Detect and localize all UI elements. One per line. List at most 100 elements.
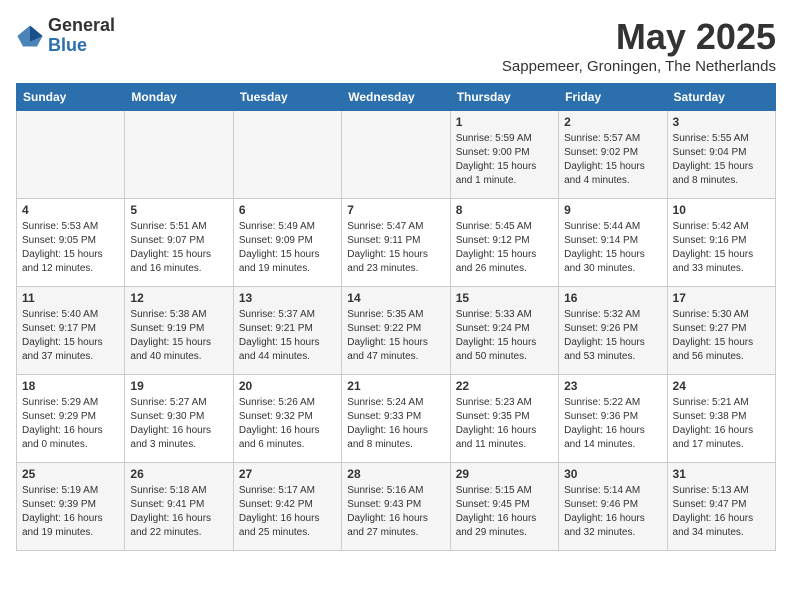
day-number: 12 <box>130 291 227 305</box>
day-info: Sunrise: 5:22 AM Sunset: 9:36 PM Dayligh… <box>564 396 661 452</box>
day-info: Sunrise: 5:21 AM Sunset: 9:38 PM Dayligh… <box>673 396 770 452</box>
day-number: 4 <box>22 203 119 217</box>
day-cell <box>125 111 233 199</box>
month-title: May 2025 <box>502 16 776 58</box>
day-info: Sunrise: 5:23 AM Sunset: 9:35 PM Dayligh… <box>456 396 553 452</box>
day-info: Sunrise: 5:51 AM Sunset: 9:07 PM Dayligh… <box>130 220 227 276</box>
day-info: Sunrise: 5:15 AM Sunset: 9:45 PM Dayligh… <box>456 484 553 540</box>
day-cell <box>342 111 450 199</box>
week-row-4: 18 Sunrise: 5:29 AM Sunset: 9:29 PM Dayli… <box>17 375 776 463</box>
day-number: 22 <box>456 379 553 393</box>
day-number: 5 <box>130 203 227 217</box>
day-number: 2 <box>564 115 661 129</box>
day-cell: 20 Sunrise: 5:26 AM Sunset: 9:32 PM Dayli… <box>233 375 341 463</box>
day-number: 13 <box>239 291 336 305</box>
day-info: Sunrise: 5:40 AM Sunset: 9:17 PM Dayligh… <box>22 308 119 364</box>
day-cell: 19Sunrise: 5:27 AM Sunset: 9:30 PM Dayli… <box>125 375 233 463</box>
day-cell: 15Sunrise: 5:33 AM Sunset: 9:24 PM Dayli… <box>450 287 558 375</box>
day-cell: 14 Sunrise: 5:35 AM Sunset: 9:22 PM Dayli… <box>342 287 450 375</box>
day-info: Sunrise: 5:35 AM Sunset: 9:22 PM Dayligh… <box>347 308 444 364</box>
day-info: Sunrise: 5:16 AM Sunset: 9:43 PM Dayligh… <box>347 484 444 540</box>
day-number: 20 <box>239 379 336 393</box>
day-cell: 6 Sunrise: 5:49 AM Sunset: 9:09 PM Daylig… <box>233 199 341 287</box>
header-day-monday: Monday <box>125 84 233 111</box>
day-cell: 7Sunrise: 5:47 AM Sunset: 9:11 PM Daylig… <box>342 199 450 287</box>
logo-icon <box>16 22 44 50</box>
day-cell: 27Sunrise: 5:17 AM Sunset: 9:42 PM Dayli… <box>233 463 341 551</box>
day-cell: 8Sunrise: 5:45 AM Sunset: 9:12 PM Daylig… <box>450 199 558 287</box>
day-number: 7 <box>347 203 444 217</box>
day-cell: 29 Sunrise: 5:15 AM Sunset: 9:45 PM Dayli… <box>450 463 558 551</box>
day-cell: 24 Sunrise: 5:21 AM Sunset: 9:38 PM Dayli… <box>667 375 775 463</box>
day-info: Sunrise: 5:55 AM Sunset: 9:04 PM Dayligh… <box>673 132 770 188</box>
day-info: Sunrise: 5:13 AM Sunset: 9:47 PM Dayligh… <box>673 484 770 540</box>
page-header: General Blue May 2025 Sappemeer, Groning… <box>16 16 776 75</box>
day-info: Sunrise: 5:57 AM Sunset: 9:02 PM Dayligh… <box>564 132 661 188</box>
day-cell: 4 Sunrise: 5:53 AM Sunset: 9:05 PM Daylig… <box>17 199 125 287</box>
day-info: Sunrise: 5:37 AM Sunset: 9:21 PM Dayligh… <box>239 308 336 364</box>
week-row-5: 25Sunrise: 5:19 AM Sunset: 9:39 PM Dayli… <box>17 463 776 551</box>
day-cell: 30 Sunrise: 5:14 AM Sunset: 9:46 PM Dayli… <box>559 463 667 551</box>
day-number: 27 <box>239 467 336 481</box>
week-row-2: 4 Sunrise: 5:53 AM Sunset: 9:05 PM Daylig… <box>17 199 776 287</box>
day-info: Sunrise: 5:53 AM Sunset: 9:05 PM Dayligh… <box>22 220 119 276</box>
day-info: Sunrise: 5:18 AM Sunset: 9:41 PM Dayligh… <box>130 484 227 540</box>
day-info: Sunrise: 5:59 AM Sunset: 9:00 PM Dayligh… <box>456 132 553 188</box>
logo: General Blue <box>16 16 115 56</box>
day-info: Sunrise: 5:14 AM Sunset: 9:46 PM Dayligh… <box>564 484 661 540</box>
day-number: 11 <box>22 291 119 305</box>
week-row-1: 1 Sunrise: 5:59 AM Sunset: 9:00 PM Daylig… <box>17 111 776 199</box>
day-cell: 17Sunrise: 5:30 AM Sunset: 9:27 PM Dayli… <box>667 287 775 375</box>
day-cell: 5 Sunrise: 5:51 AM Sunset: 9:07 PM Daylig… <box>125 199 233 287</box>
day-number: 15 <box>456 291 553 305</box>
day-info: Sunrise: 5:44 AM Sunset: 9:14 PM Dayligh… <box>564 220 661 276</box>
day-number: 24 <box>673 379 770 393</box>
day-info: Sunrise: 5:24 AM Sunset: 9:33 PM Dayligh… <box>347 396 444 452</box>
day-info: Sunrise: 5:32 AM Sunset: 9:26 PM Dayligh… <box>564 308 661 364</box>
header-day-sunday: Sunday <box>17 84 125 111</box>
day-info: Sunrise: 5:29 AM Sunset: 9:29 PM Dayligh… <box>22 396 119 452</box>
title-block: May 2025 Sappemeer, Groningen, The Nethe… <box>502 16 776 75</box>
day-number: 26 <box>130 467 227 481</box>
day-cell: 31 Sunrise: 5:13 AM Sunset: 9:47 PM Dayli… <box>667 463 775 551</box>
day-number: 3 <box>673 115 770 129</box>
day-number: 18 <box>22 379 119 393</box>
header-day-thursday: Thursday <box>450 84 558 111</box>
location-subtitle: Sappemeer, Groningen, The Netherlands <box>502 58 776 75</box>
day-info: Sunrise: 5:19 AM Sunset: 9:39 PM Dayligh… <box>22 484 119 540</box>
calendar-body: 1 Sunrise: 5:59 AM Sunset: 9:00 PM Daylig… <box>17 111 776 551</box>
day-cell: 26 Sunrise: 5:18 AM Sunset: 9:41 PM Dayli… <box>125 463 233 551</box>
logo-text: General Blue <box>48 16 115 56</box>
day-info: Sunrise: 5:26 AM Sunset: 9:32 PM Dayligh… <box>239 396 336 452</box>
day-cell: 16Sunrise: 5:32 AM Sunset: 9:26 PM Dayli… <box>559 287 667 375</box>
day-info: Sunrise: 5:42 AM Sunset: 9:16 PM Dayligh… <box>673 220 770 276</box>
day-cell: 3 Sunrise: 5:55 AM Sunset: 9:04 PM Daylig… <box>667 111 775 199</box>
day-info: Sunrise: 5:30 AM Sunset: 9:27 PM Dayligh… <box>673 308 770 364</box>
day-info: Sunrise: 5:49 AM Sunset: 9:09 PM Dayligh… <box>239 220 336 276</box>
header-row: SundayMondayTuesdayWednesdayThursdayFrid… <box>17 84 776 111</box>
day-number: 31 <box>673 467 770 481</box>
day-cell: 21Sunrise: 5:24 AM Sunset: 9:33 PM Dayli… <box>342 375 450 463</box>
day-number: 30 <box>564 467 661 481</box>
day-number: 14 <box>347 291 444 305</box>
day-number: 1 <box>456 115 553 129</box>
day-number: 19 <box>130 379 227 393</box>
day-cell: 22 Sunrise: 5:23 AM Sunset: 9:35 PM Dayli… <box>450 375 558 463</box>
day-cell: 12 Sunrise: 5:38 AM Sunset: 9:19 PM Dayli… <box>125 287 233 375</box>
day-cell <box>233 111 341 199</box>
day-cell: 11 Sunrise: 5:40 AM Sunset: 9:17 PM Dayli… <box>17 287 125 375</box>
day-cell: 2 Sunrise: 5:57 AM Sunset: 9:02 PM Daylig… <box>559 111 667 199</box>
day-number: 28 <box>347 467 444 481</box>
day-cell <box>17 111 125 199</box>
day-number: 29 <box>456 467 553 481</box>
day-cell: 25Sunrise: 5:19 AM Sunset: 9:39 PM Dayli… <box>17 463 125 551</box>
day-number: 6 <box>239 203 336 217</box>
day-cell: 23 Sunrise: 5:22 AM Sunset: 9:36 PM Dayli… <box>559 375 667 463</box>
day-number: 23 <box>564 379 661 393</box>
day-info: Sunrise: 5:45 AM Sunset: 9:12 PM Dayligh… <box>456 220 553 276</box>
day-info: Sunrise: 5:38 AM Sunset: 9:19 PM Dayligh… <box>130 308 227 364</box>
day-cell: 9Sunrise: 5:44 AM Sunset: 9:14 PM Daylig… <box>559 199 667 287</box>
day-cell: 10Sunrise: 5:42 AM Sunset: 9:16 PM Dayli… <box>667 199 775 287</box>
header-day-tuesday: Tuesday <box>233 84 341 111</box>
day-cell: 13 Sunrise: 5:37 AM Sunset: 9:21 PM Dayli… <box>233 287 341 375</box>
